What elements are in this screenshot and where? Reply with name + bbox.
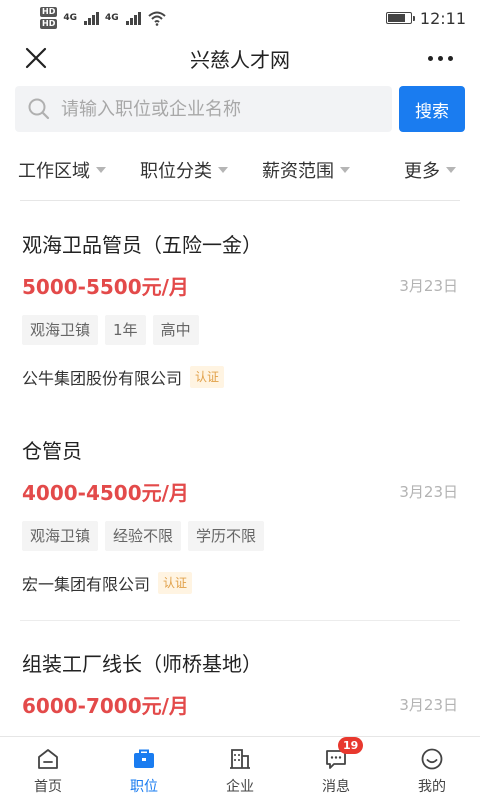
tab-messages[interactable]: 19 消息 <box>288 737 384 800</box>
signal-icon-1 <box>84 11 99 25</box>
smiley-icon <box>419 746 445 772</box>
job-item[interactable]: 仓管员 4000-4500元/月 3月23日 观海卫镇 经验不限 学历不限 宏一… <box>0 435 480 615</box>
job-salary: 6000-7000元/月 <box>22 694 189 718</box>
battery-icon <box>385 12 415 24</box>
job-tag: 经验不限 <box>105 521 182 551</box>
filter-job-category[interactable]: 职位分类 <box>140 157 228 183</box>
tab-label: 消息 <box>322 778 350 795</box>
search-box[interactable] <box>15 86 392 132</box>
filter-bar: 工作区域 职位分类 薪资范围 更多 <box>0 140 480 200</box>
filter-label: 工作区域 <box>18 161 90 182</box>
job-date: 3月23日 <box>399 277 458 295</box>
divider <box>20 200 460 201</box>
filter-salary-range[interactable]: 薪资范围 <box>262 157 350 183</box>
hd-badge-2: HD <box>40 19 58 29</box>
job-tag: 观海卫镇 <box>22 521 99 551</box>
verified-badge: 认证 <box>190 366 225 388</box>
close-button[interactable] <box>20 42 52 74</box>
job-tag: 1年 <box>105 315 146 345</box>
job-item[interactable]: 组装工厂线长（师桥基地） 6000-7000元/月 3月23日 <box>0 648 480 736</box>
dot-icon <box>447 55 453 61</box>
tab-home[interactable]: 首页 <box>0 737 96 800</box>
signal-indicators: HD HD 4G 4G <box>40 7 167 29</box>
dot-icon <box>427 55 433 61</box>
job-date: 3月23日 <box>399 696 458 714</box>
network-type-2: 4G <box>105 13 119 23</box>
job-date: 3月23日 <box>399 483 458 501</box>
building-icon <box>227 746 253 772</box>
job-company: 公牛集团股份有限公司 认证 <box>22 365 225 389</box>
message-count-badge: 19 <box>338 737 364 754</box>
status-bar: HD HD 4G 4G 12:11 <box>0 0 480 36</box>
tab-label: 首页 <box>34 778 62 795</box>
job-salary: 5000-5500元/月 <box>22 275 189 299</box>
tab-label: 我的 <box>418 778 446 795</box>
filter-label: 职位分类 <box>140 161 212 182</box>
tab-label: 职位 <box>130 778 158 795</box>
job-tag: 观海卫镇 <box>22 315 99 345</box>
job-tags: 观海卫镇 经验不限 学历不限 <box>22 521 265 551</box>
more-options-button[interactable] <box>420 42 460 74</box>
signal-icon-2 <box>125 11 141 25</box>
caret-down-icon <box>446 167 456 173</box>
caret-down-icon <box>96 167 106 173</box>
tab-profile[interactable]: 我的 <box>384 737 480 800</box>
company-name: 宏一集团有限公司 <box>22 575 151 594</box>
tab-label: 企业 <box>226 778 254 795</box>
divider <box>20 620 460 621</box>
bottom-tab-bar: 首页 职位 企业 19 消息 我的 <box>0 736 480 800</box>
clock: 12:11 <box>419 8 466 28</box>
job-company: 宏一集团有限公司 认证 <box>22 571 193 595</box>
caret-down-icon <box>218 167 228 173</box>
job-item[interactable]: 观海卫品管员（五险一金） 5000-5500元/月 3月23日 观海卫镇 1年 … <box>0 229 480 409</box>
job-title: 组装工厂线长（师桥基地） <box>22 652 262 676</box>
search-input[interactable] <box>61 98 361 120</box>
wifi-icon <box>147 11 166 26</box>
job-salary: 4000-4500元/月 <box>22 481 189 505</box>
caret-down-icon <box>340 167 350 173</box>
filter-label: 薪资范围 <box>262 161 334 182</box>
company-name: 公牛集团股份有限公司 <box>22 369 183 388</box>
tab-companies[interactable]: 企业 <box>192 737 288 800</box>
nav-bar: 兴慈人才网 <box>0 36 480 80</box>
close-icon <box>25 47 47 69</box>
filter-work-area[interactable]: 工作区域 <box>18 157 106 183</box>
job-tags: 观海卫镇 1年 高中 <box>22 315 199 345</box>
search-button[interactable]: 搜索 <box>399 86 465 132</box>
verified-badge: 认证 <box>158 572 193 594</box>
dot-icon <box>437 55 443 61</box>
job-tag: 学历不限 <box>188 521 265 551</box>
page-title: 兴慈人才网 <box>190 47 290 72</box>
briefcase-icon <box>131 746 157 772</box>
search-icon <box>28 98 50 120</box>
search-row: 搜索 <box>0 80 480 140</box>
filter-label: 更多 <box>404 161 440 182</box>
network-type-1: 4G <box>63 13 77 23</box>
job-tag: 高中 <box>152 315 199 345</box>
tab-jobs[interactable]: 职位 <box>96 737 192 800</box>
job-title: 观海卫品管员（五险一金） <box>22 233 262 257</box>
job-title: 仓管员 <box>22 439 82 463</box>
hd-badge-1: HD <box>40 7 58 17</box>
home-icon <box>35 746 61 772</box>
filter-more[interactable]: 更多 <box>404 157 456 183</box>
